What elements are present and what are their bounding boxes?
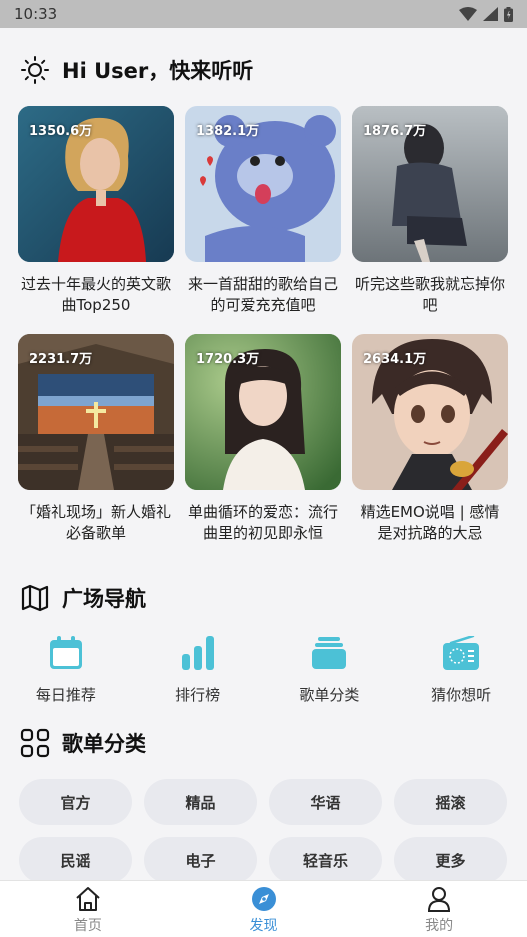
nav-label: 猜你想听 — [431, 686, 492, 704]
tab-discover[interactable]: 发现 — [176, 881, 352, 937]
playlist-card[interactable]: 1350.6万 过去十年最火的英文歌曲Top250 — [18, 106, 174, 334]
home-icon — [75, 886, 101, 912]
category-chips: 官方 精品 华语 摇滚 民谣 电子 轻音乐 更多 — [19, 779, 509, 883]
playlist-card[interactable]: 1876.7万 听完这些歌我就忘掉你吧 — [352, 106, 508, 334]
calendar-icon — [49, 636, 83, 670]
nav-playlist-categories[interactable]: 歌单分类 — [264, 636, 396, 705]
category-chip[interactable]: 轻音乐 — [269, 837, 382, 883]
map-icon — [20, 583, 50, 613]
wifi-icon — [459, 7, 477, 21]
nav-label: 排行榜 — [175, 686, 221, 704]
playlist-card[interactable]: 1382.1万 来一首甜甜的歌给自己的可爱充充值吧 — [185, 106, 341, 334]
playlist-cover[interactable]: 2231.7万 — [18, 334, 174, 490]
play-count: 1720.3万 — [196, 352, 260, 367]
playlist-title[interactable]: 来一首甜甜的歌给自己的可爱充充值吧 — [185, 274, 341, 316]
nav-label: 歌单分类 — [299, 686, 360, 704]
greeting-title: Hi User，快来听听 — [62, 59, 254, 83]
tab-label: 发现 — [249, 918, 278, 934]
nav-charts[interactable]: 排行榜 — [132, 636, 264, 705]
playlist-card[interactable]: 2634.1万 精选EMO说唱 | 感情是对抗路的大忌 — [352, 334, 508, 562]
grid-icon — [20, 728, 50, 758]
category-chip[interactable]: 摇滚 — [394, 779, 507, 825]
stack-icon — [312, 636, 347, 670]
nav-label: 每日推荐 — [35, 686, 96, 704]
battery-icon — [504, 6, 513, 22]
signal-icon — [483, 7, 498, 21]
playlist-title[interactable]: 精选EMO说唱 | 感情是对抗路的大忌 — [352, 502, 508, 544]
nav-daily-recommend[interactable]: 每日推荐 — [0, 636, 132, 705]
category-chip[interactable]: 电子 — [144, 837, 257, 883]
tab-mine[interactable]: 我的 — [351, 881, 527, 937]
playlist-cover[interactable]: 1350.6万 — [18, 106, 174, 262]
nav-guess-you-like[interactable]: 猜你想听 — [395, 636, 527, 705]
category-chip[interactable]: 官方 — [19, 779, 132, 825]
playlist-title[interactable]: 听完这些歌我就忘掉你吧 — [352, 274, 508, 316]
plaza-header: 广场导航 — [20, 583, 146, 613]
compass-icon — [251, 886, 277, 912]
play-count: 2634.1万 — [363, 352, 427, 367]
categories-title: 歌单分类 — [62, 732, 146, 756]
status-time: 10:33 — [14, 5, 58, 23]
category-chip[interactable]: 民谣 — [19, 837, 132, 883]
user-icon — [426, 886, 452, 912]
playlist-cover[interactable]: 1876.7万 — [352, 106, 508, 262]
play-count: 1876.7万 — [363, 124, 427, 139]
status-icons — [459, 6, 513, 22]
playlist-title[interactable]: 过去十年最火的英文歌曲Top250 — [18, 274, 174, 316]
playlist-grid: 1350.6万 过去十年最火的英文歌曲Top250 1382.1万 来一首甜甜的… — [18, 106, 510, 562]
playlist-card[interactable]: 2231.7万 「婚礼现场」新人婚礼必备歌单 — [18, 334, 174, 562]
tab-label: 我的 — [425, 918, 454, 934]
plaza-title: 广场导航 — [62, 587, 146, 611]
plaza-nav: 每日推荐 排行榜 歌单分类 猜你想听 — [0, 636, 527, 705]
tab-home[interactable]: 首页 — [0, 881, 176, 937]
playlist-title[interactable]: 「婚礼现场」新人婚礼必备歌单 — [18, 502, 174, 544]
play-count: 2231.7万 — [29, 352, 93, 367]
playlist-cover[interactable]: 2634.1万 — [352, 334, 508, 490]
bar-chart-icon — [181, 636, 215, 670]
play-count: 1350.6万 — [29, 124, 93, 139]
status-bar: 10:33 — [0, 0, 527, 28]
playlist-title[interactable]: 单曲循环的爱恋：流行曲里的初见即永恒 — [185, 502, 341, 544]
sun-icon — [20, 55, 50, 85]
greeting-header: Hi User，快来听听 — [20, 55, 253, 85]
play-count: 1382.1万 — [196, 124, 260, 139]
tab-label: 首页 — [73, 918, 102, 934]
category-more-chip[interactable]: 更多 — [394, 837, 507, 883]
playlist-card[interactable]: 1720.3万 单曲循环的爱恋：流行曲里的初见即永恒 — [185, 334, 341, 562]
bottom-tab-bar: 首页 发现 我的 — [0, 880, 527, 937]
playlist-cover[interactable]: 1720.3万 — [185, 334, 341, 490]
categories-header: 歌单分类 — [20, 728, 146, 758]
category-chip[interactable]: 华语 — [269, 779, 382, 825]
category-chip[interactable]: 精品 — [144, 779, 257, 825]
radio-icon — [443, 636, 480, 670]
playlist-cover[interactable]: 1382.1万 — [185, 106, 341, 262]
